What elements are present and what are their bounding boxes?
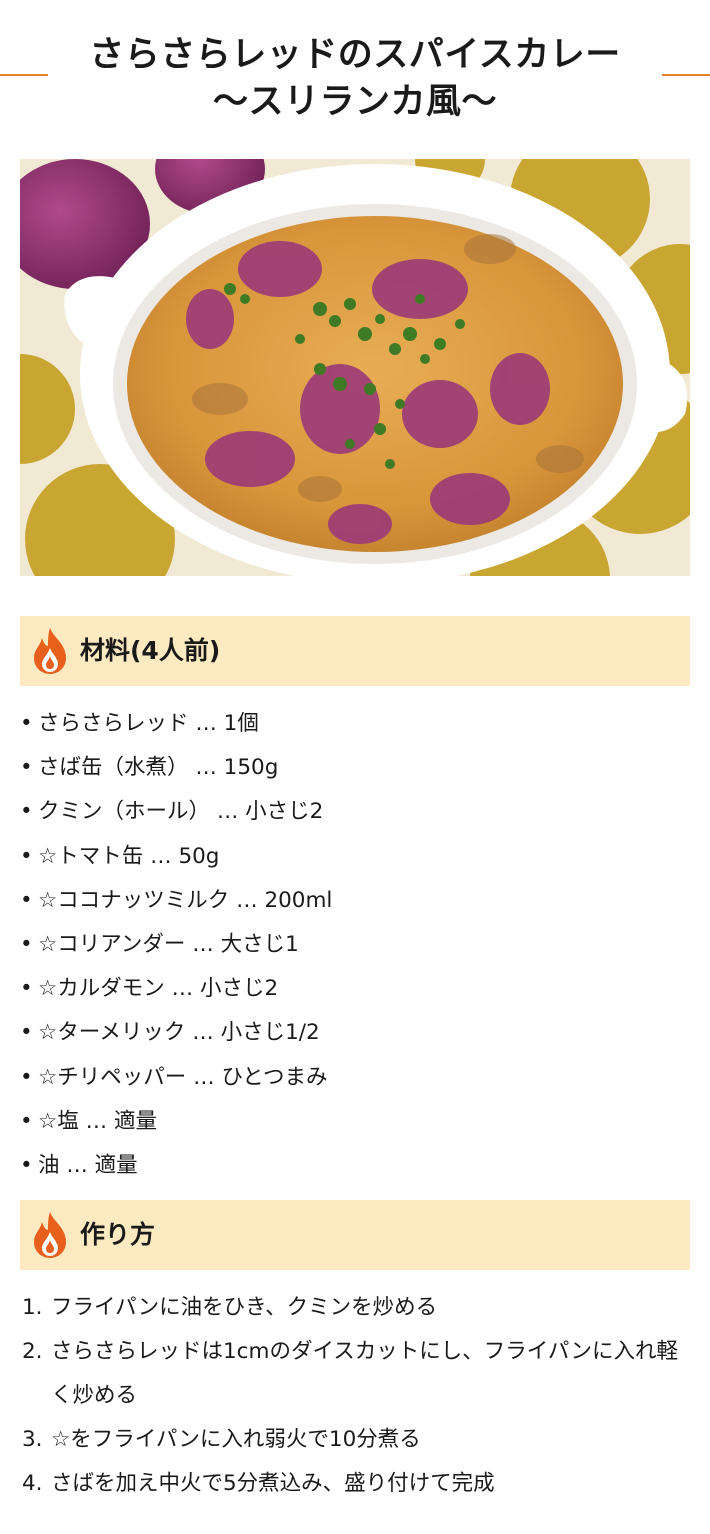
steps-heading: 作り方 [80,1220,156,1249]
ingredients-heading-bar: 材料(4人前) [20,616,690,686]
step-item: 4. さばを加え中火で5分煮込み、盛り付けて完成 [22,1471,495,1496]
title-line-2: 〜スリランカ風〜 [212,82,497,122]
title-line-1: さらさらレッドのスパイスカレー [89,35,621,75]
list-item: • ☆カルダモン … 小さじ2 [20,976,279,1002]
list-item: • ☆塩 … 適量 [20,1108,157,1134]
step-item: 1. フライパンに油をひき、クミンを炒める [22,1295,438,1320]
list-item: • ☆コリアンダー … 大さじ1 [20,931,299,957]
title-accent-line-right [662,74,710,76]
list-item: • ☆チリペッパー … ひとつまみ [20,1064,328,1090]
list-item: • ☆トマト缶 … 50g [20,843,220,869]
steps-heading-bar: 作り方 [20,1200,690,1270]
page-title: さらさらレッドのスパイスカレー 〜スリランカ風〜 [0,32,710,126]
ingredients-heading: 材料(4人前) [80,636,221,665]
steps-list: 1. フライパンに油をひき、クミンを炒める 2. さらさらレッドは1cmのダイスカッ… [22,1286,692,1506]
step-item: 2. さらさらレッドは1cmのダイスカットにし、フライパンに入れ軽く炒める [22,1339,678,1408]
list-item: • ☆ココナッツミルク … 200ml [20,887,333,913]
list-item: • さば缶（水煮） … 150g [20,755,279,781]
list-item: • クミン（ホール） … 小さじ2 [20,799,324,825]
list-item: • 油 … 適量 [20,1152,138,1178]
flame-icon [34,1212,66,1258]
ingredients-list: • さらさらレッド … 1個 • さば缶（水煮） … 150g • クミン（ホール） … [20,702,332,1188]
title-accent-line-left [0,74,48,76]
flame-icon [34,628,66,674]
title-block: さらさらレッドのスパイスカレー 〜スリランカ風〜 [0,32,710,142]
list-item: • ☆ターメリック … 小さじ1/2 [20,1020,320,1046]
step-item: 3. ☆をフライパンに入れ弱火で10分煮る [22,1427,421,1452]
curry-bowl-photo [20,159,690,576]
list-item: • さらさらレッド … 1個 [20,711,259,736]
